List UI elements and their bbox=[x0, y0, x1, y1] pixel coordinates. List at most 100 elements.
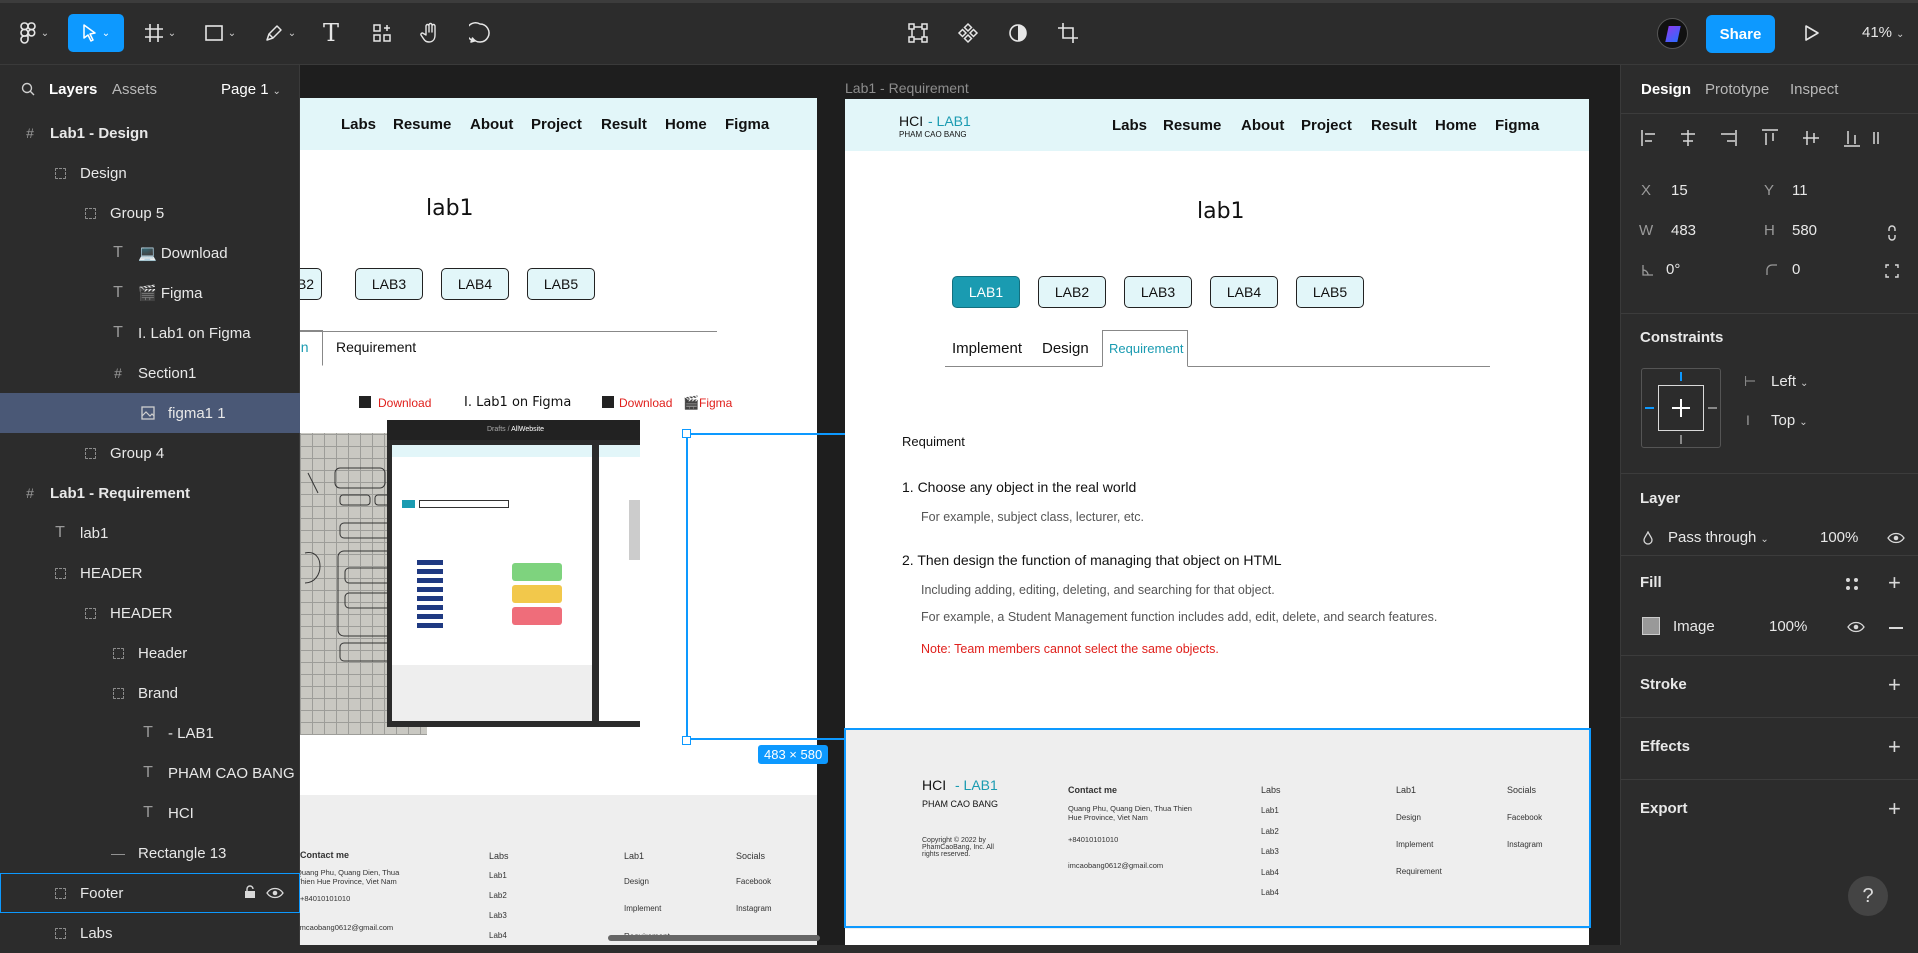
resize-handle[interactable] bbox=[682, 429, 691, 438]
layer-row[interactable]: # Lab1 - Design bbox=[0, 113, 300, 153]
fill-type[interactable]: Image bbox=[1673, 618, 1715, 635]
layer-row[interactable]: # Lab1 - Requirement bbox=[0, 473, 300, 513]
frame-tool-button[interactable]: ⌄ bbox=[138, 14, 182, 52]
share-button[interactable]: Share bbox=[1706, 15, 1775, 53]
layer-row[interactable]: Design bbox=[0, 153, 300, 193]
laptop-icon bbox=[602, 396, 614, 408]
design-page-title: lab1 bbox=[426, 196, 474, 221]
move-tool-button[interactable]: ⌄ bbox=[68, 14, 124, 52]
layer-row[interactable]: HEADER bbox=[0, 553, 300, 593]
design-footer-lab1-item: Design bbox=[624, 877, 649, 886]
layer-name: HCI bbox=[168, 804, 194, 822]
canvas[interactable]: Labs Resume About Project Result Home Fi… bbox=[300, 65, 1620, 945]
layer-row[interactable]: — Rectangle 13 bbox=[0, 833, 300, 873]
layer-row[interactable]: Labs bbox=[0, 913, 300, 953]
height-input[interactable]: 580 bbox=[1792, 222, 1817, 239]
mock-lab-button bbox=[402, 500, 415, 508]
resources-button[interactable] bbox=[366, 14, 398, 52]
user-avatar[interactable] bbox=[1657, 18, 1688, 49]
add-stroke-icon[interactable]: + bbox=[1888, 674, 1901, 696]
stroke-title: Stroke bbox=[1640, 676, 1687, 693]
lock-icon[interactable] bbox=[244, 885, 256, 899]
blend-mode-select[interactable]: Pass through ⌄ bbox=[1668, 529, 1769, 546]
search-icon[interactable] bbox=[21, 82, 35, 96]
download-link-2: Download bbox=[619, 396, 673, 410]
add-fill-icon[interactable]: + bbox=[1888, 572, 1901, 594]
image-fill-swatch[interactable] bbox=[1642, 617, 1660, 635]
corner-radius-input[interactable]: 0 bbox=[1792, 261, 1800, 278]
add-export-icon[interactable]: + bbox=[1888, 798, 1901, 820]
layer-row[interactable]: Group 4 bbox=[0, 433, 300, 473]
frame-icon: # bbox=[26, 485, 34, 501]
corner-radius-icon bbox=[1766, 264, 1777, 275]
main-menu-button[interactable]: ⌄ bbox=[14, 14, 54, 52]
constrain-proportions-icon[interactable] bbox=[1886, 224, 1898, 242]
styles-grid-icon[interactable] bbox=[1845, 577, 1859, 591]
align-icons[interactable] bbox=[1640, 128, 1880, 148]
fill-opacity-input[interactable]: 100% bbox=[1769, 618, 1807, 635]
layer-row[interactable]: T I. Lab1 on Figma bbox=[0, 313, 300, 353]
group-icon bbox=[52, 885, 68, 901]
x-input[interactable]: 15 bbox=[1671, 182, 1688, 199]
constraint-widget[interactable] bbox=[1641, 368, 1721, 448]
shape-tool-button[interactable]: ⌄ bbox=[198, 14, 242, 52]
pen-tool-button[interactable]: ⌄ bbox=[258, 14, 302, 52]
resize-handle[interactable] bbox=[682, 736, 691, 745]
remove-fill-icon[interactable] bbox=[1889, 627, 1903, 629]
layer-row[interactable]: Tlab1 bbox=[0, 513, 300, 553]
group-icon bbox=[110, 645, 126, 661]
text-tool-button[interactable]: T bbox=[316, 14, 346, 52]
w-label: W bbox=[1639, 222, 1654, 239]
add-effect-icon[interactable]: + bbox=[1888, 736, 1901, 758]
layer-row[interactable]: T 💻 Download bbox=[0, 233, 300, 273]
eye-icon[interactable] bbox=[1847, 621, 1865, 633]
y-input[interactable]: 11 bbox=[1792, 182, 1808, 199]
layer-name: Footer bbox=[80, 884, 124, 902]
layer-row[interactable]: # Section1 bbox=[0, 353, 300, 393]
independent-corners-icon[interactable] bbox=[1885, 264, 1899, 278]
eye-icon[interactable] bbox=[266, 887, 284, 899]
frame-icon: # bbox=[26, 125, 34, 141]
layer-row[interactable]: T PHAM CAO BANG bbox=[0, 753, 300, 793]
tab-layers[interactable]: Layers bbox=[49, 81, 97, 98]
layers-panel-header: Layers Assets Page 1 ⌄ bbox=[0, 65, 299, 113]
layer-opacity-input[interactable]: 100% bbox=[1820, 529, 1858, 546]
comment-tool-button[interactable] bbox=[464, 14, 496, 52]
layer-row[interactable]: T 🎬 Figma bbox=[0, 273, 300, 313]
layer-row[interactable]: Brand bbox=[0, 673, 300, 713]
zoom-menu[interactable]: 41% ⌄ bbox=[1862, 24, 1904, 41]
layer-row[interactable]: HEADER bbox=[0, 593, 300, 633]
present-button[interactable] bbox=[1796, 14, 1828, 52]
page-selector[interactable]: Page 1 ⌄ bbox=[221, 81, 281, 98]
layer-row[interactable]: Header bbox=[0, 633, 300, 673]
help-button[interactable]: ? bbox=[1848, 876, 1888, 916]
horizontal-scrollbar[interactable] bbox=[608, 935, 820, 941]
vertical-constraint-select[interactable]: Top ⌄ bbox=[1771, 412, 1808, 429]
layer-row[interactable]: T HCI bbox=[0, 793, 300, 833]
tab-prototype[interactable]: Prototype bbox=[1705, 81, 1769, 98]
rotation-input[interactable]: 0° bbox=[1666, 261, 1680, 278]
layer-name: Lab1 - Requirement bbox=[50, 484, 191, 502]
create-component-button[interactable] bbox=[950, 14, 986, 52]
layer-row[interactable]: Group 5 bbox=[0, 193, 300, 233]
tab-inspect[interactable]: Inspect bbox=[1790, 81, 1838, 98]
edit-object-button[interactable] bbox=[900, 14, 936, 52]
nav-about: About bbox=[1241, 117, 1285, 134]
tab-assets[interactable]: Assets bbox=[112, 81, 157, 98]
layer-row[interactable]: Footer bbox=[0, 873, 300, 913]
mock-nav bbox=[599, 445, 640, 457]
eye-icon[interactable] bbox=[1887, 532, 1905, 544]
horizontal-constraint-select[interactable]: Left ⌄ bbox=[1771, 373, 1808, 390]
mask-button[interactable] bbox=[1000, 14, 1036, 52]
frame-label-requirement[interactable]: Lab1 - Requirement bbox=[845, 80, 969, 96]
layer-name: HEADER bbox=[80, 564, 143, 582]
layer-row[interactable]: figma1 1 bbox=[0, 393, 300, 433]
layer-row[interactable]: T - LAB1 bbox=[0, 713, 300, 753]
crop-button[interactable] bbox=[1050, 14, 1086, 52]
width-input[interactable]: 483 bbox=[1671, 222, 1696, 239]
footer-hover-outline bbox=[844, 728, 1591, 928]
hand-tool-button[interactable] bbox=[414, 14, 446, 52]
horizontal-constraint-icon: ⊢ bbox=[1744, 373, 1757, 389]
figma-screenshot-image[interactable]: Drafts / AllWebsite bbox=[387, 420, 640, 727]
tab-design[interactable]: Design bbox=[1641, 81, 1691, 98]
